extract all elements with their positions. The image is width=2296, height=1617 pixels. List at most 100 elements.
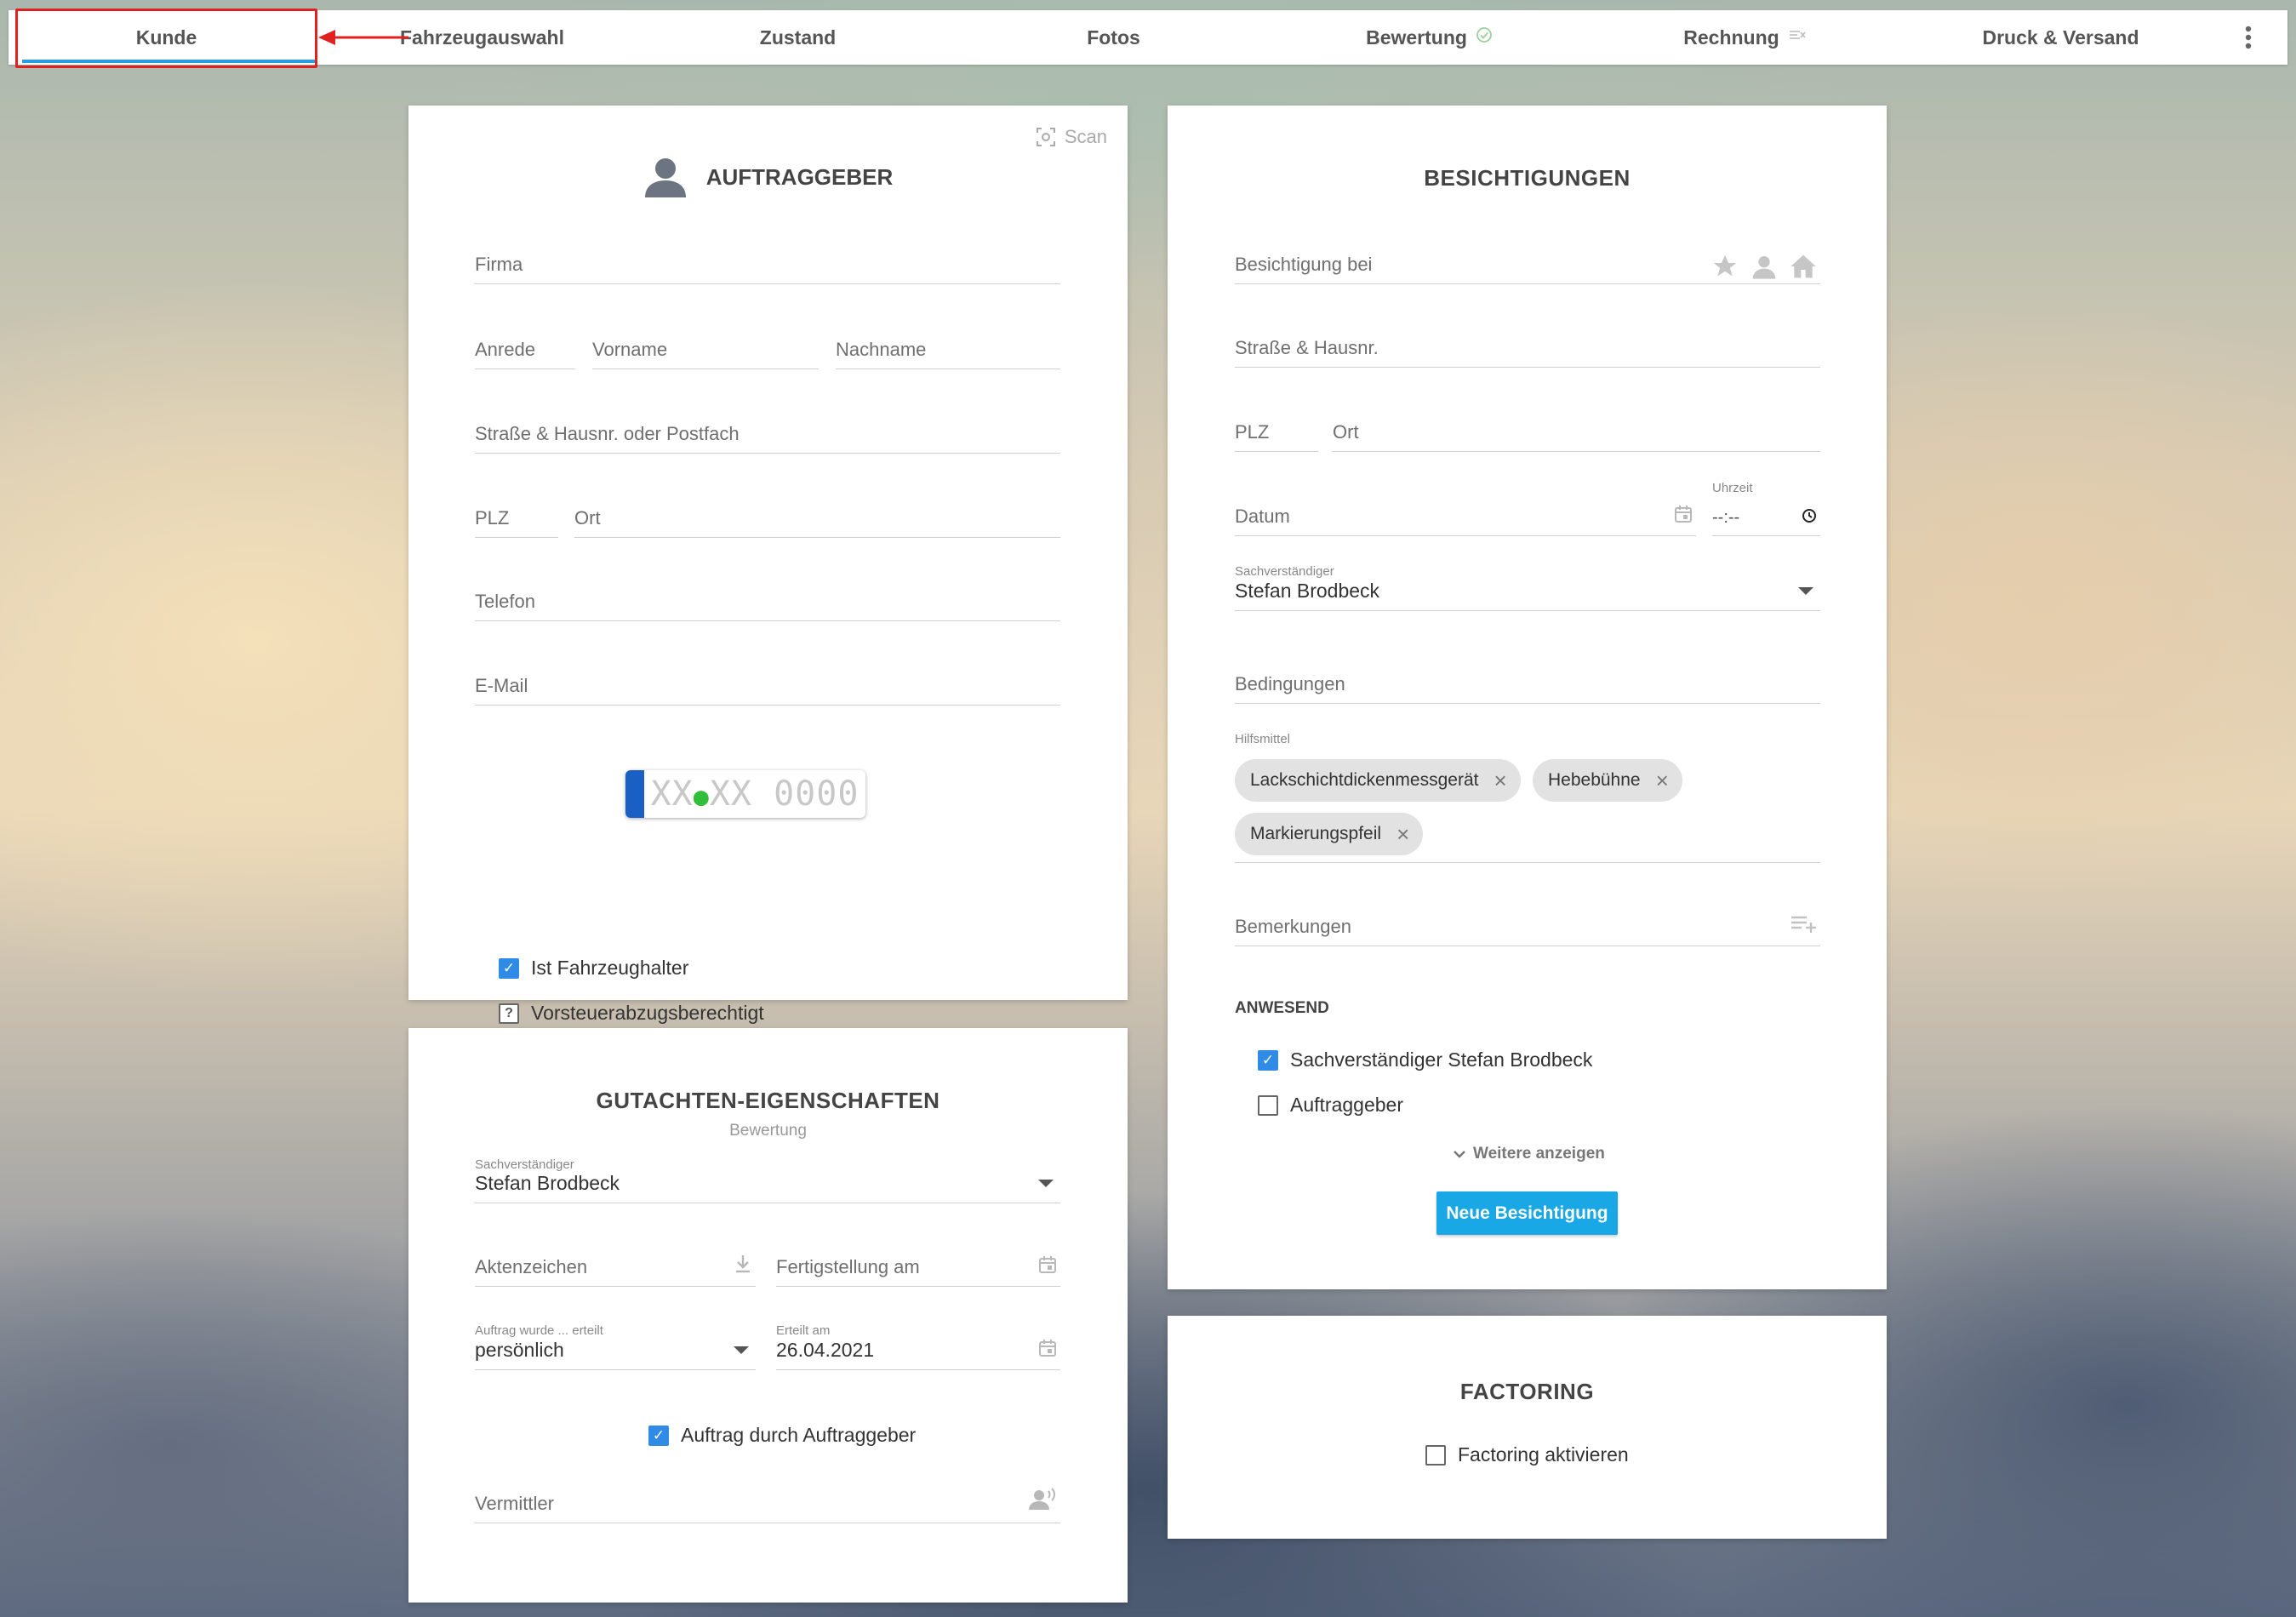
bedingungen-field[interactable]: Bedingungen: [1235, 666, 1820, 704]
aktenzeichen-field[interactable]: Aktenzeichen: [475, 1249, 756, 1287]
check-circle-icon: [1476, 26, 1493, 49]
tab-fotos[interactable]: Fotos: [956, 10, 1271, 65]
close-icon[interactable]: ×: [1656, 768, 1669, 794]
anwesend-label: Auftraggeber: [1290, 1094, 1403, 1116]
vorsteuer-checkbox[interactable]: ? Vorsteuerabzugsberechtigt: [499, 1002, 764, 1025]
location-shortcuts: [1711, 253, 1817, 280]
plz-field[interactable]: PLZ: [1235, 414, 1318, 452]
card-title: FACTORING: [1459, 1379, 1595, 1404]
sachverstaendiger-value: Stefan Brodbeck: [475, 1172, 620, 1194]
playlist-add-icon[interactable]: [1790, 913, 1817, 939]
anrede-placeholder: Anrede: [475, 339, 535, 360]
telefon-placeholder: Telefon: [475, 591, 535, 612]
tab-kunde[interactable]: Kunde: [9, 10, 324, 65]
anwesend-auftraggeber-checkbox[interactable]: Auftraggeber: [1258, 1094, 1403, 1117]
plate-text: XX●XX 0000: [644, 774, 865, 814]
card-header: AUFTRAGGEBER: [408, 157, 1128, 197]
plz-field[interactable]: PLZ: [475, 500, 558, 538]
tab-label: Fahrzeugauswahl: [400, 26, 564, 49]
chevron-down-icon: [734, 1346, 749, 1354]
gutachten-card: GUTACHTEN-EIGENSCHAFTEN Bewertung Sachve…: [408, 1028, 1128, 1603]
home-icon[interactable]: [1790, 253, 1817, 280]
factoring-card: FACTORING Factoring aktivieren: [1168, 1316, 1887, 1539]
strasse-placeholder: Straße & Hausnr. oder Postfach: [475, 423, 740, 444]
tab-zustand[interactable]: Zustand: [640, 10, 956, 65]
card-title: BESICHTIGUNGEN: [1424, 165, 1631, 191]
strasse-field[interactable]: Straße & Hausnr.: [1235, 330, 1820, 368]
record-voice-icon[interactable]: [1028, 1487, 1057, 1516]
besichtigungen-card: BESICHTIGUNGEN Besichtigung bei Straße &…: [1168, 106, 1887, 1289]
hilfsmittel-label: Hilfsmittel: [1235, 732, 1291, 746]
datum-field[interactable]: Datum: [1235, 499, 1696, 536]
close-icon[interactable]: ×: [1494, 768, 1506, 794]
neue-besichtigung-label: Neue Besichtigung: [1446, 1203, 1608, 1223]
checkbox-checked-icon: ✓: [648, 1425, 669, 1446]
sachverstaendiger-select[interactable]: Stefan Brodbeck: [1235, 574, 1820, 611]
chevron-down-icon: [1454, 1151, 1465, 1158]
tab-fahrzeugauswahl[interactable]: Fahrzeugauswahl: [324, 10, 640, 65]
tab-label: Bewertung: [1366, 26, 1467, 49]
close-icon[interactable]: ×: [1396, 821, 1409, 848]
nachname-field[interactable]: Nachname: [836, 332, 1060, 369]
calendar-icon[interactable]: [1674, 505, 1693, 529]
ort-field[interactable]: Ort: [1333, 414, 1820, 452]
tab-label: Druck & Versand: [1982, 26, 2139, 49]
plz-placeholder: PLZ: [475, 507, 510, 529]
fertigstellung-field[interactable]: Fertigstellung am: [776, 1249, 1060, 1287]
person-icon: [644, 158, 686, 197]
besichtigung-bei-field[interactable]: Besichtigung bei: [1235, 247, 1820, 284]
weitere-label: Weitere anzeigen: [1473, 1145, 1605, 1163]
factoring-label: Factoring aktivieren: [1458, 1443, 1629, 1466]
anwesend-sachverstaendiger-checkbox[interactable]: ✓ Sachverständiger Stefan Brodbeck: [1258, 1048, 1592, 1071]
card-title: AUFTRAGGEBER: [705, 163, 894, 190]
telefon-field[interactable]: Telefon: [475, 584, 1060, 621]
weitere-anzeigen-button[interactable]: Weitere anzeigen: [1453, 1145, 1605, 1163]
firma-field[interactable]: Firma: [475, 247, 1060, 284]
chip-lackschichtdickenmessgeraet: Lackschichtdickenmessgerät ×: [1235, 759, 1521, 802]
plz-placeholder: PLZ: [1235, 421, 1270, 443]
vorsteuer-label: Vorsteuerabzugsberechtigt: [531, 1002, 764, 1024]
uhrzeit-field[interactable]: --:--: [1712, 499, 1820, 536]
datum-placeholder: Datum: [1235, 506, 1290, 527]
more-vert-icon[interactable]: [2219, 10, 2287, 65]
neue-besichtigung-button[interactable]: Neue Besichtigung: [1436, 1191, 1618, 1235]
license-plate-input[interactable]: XX●XX 0000: [625, 770, 865, 818]
hilfsmittel-underline: [1235, 862, 1820, 863]
checkbox-unchecked-icon: [1425, 1444, 1446, 1466]
auftrag-checkbox-label: Auftrag durch Auftraggeber: [681, 1424, 917, 1446]
strasse-field[interactable]: Straße & Hausnr. oder Postfach: [475, 416, 1060, 454]
factoring-aktivieren-checkbox[interactable]: Factoring aktivieren: [1425, 1443, 1629, 1466]
calendar-icon[interactable]: [1038, 1339, 1057, 1363]
clock-icon[interactable]: [1802, 506, 1817, 529]
erteilt-field[interactable]: 26.04.2021: [776, 1333, 1060, 1370]
auftraggeber-card: Scan AUFTRAGGEBER Firma Anrede Vorname N…: [408, 106, 1128, 1024]
tab-bewertung[interactable]: Bewertung: [1271, 10, 1587, 65]
tab-label: Rechnung: [1683, 26, 1779, 49]
uhrzeit-label: Uhrzeit: [1712, 481, 1753, 495]
vorname-field[interactable]: Vorname: [592, 332, 819, 369]
fahrzeughalter-checkbox[interactable]: ✓ Ist Fahrzeughalter: [499, 957, 688, 980]
auftrag-select[interactable]: persönlich: [475, 1333, 756, 1370]
besichtigung-bei-placeholder: Besichtigung bei: [1235, 254, 1373, 275]
chip-label: Markierungspfeil: [1250, 824, 1382, 843]
anrede-field[interactable]: Anrede: [475, 332, 575, 369]
bedingungen-placeholder: Bedingungen: [1235, 673, 1345, 694]
calendar-icon[interactable]: [1038, 1255, 1057, 1279]
person-icon[interactable]: [1751, 253, 1778, 280]
sachverstaendiger-select[interactable]: Stefan Brodbeck: [475, 1166, 1060, 1203]
invoice-status-icon: [1788, 27, 1807, 48]
vermittler-field[interactable]: Vermittler: [475, 1486, 1060, 1523]
bemerkungen-field[interactable]: Bemerkungen: [1235, 909, 1820, 946]
star-icon[interactable]: [1711, 253, 1739, 280]
auftrag-durch-auftraggeber-checkbox[interactable]: ✓ Auftrag durch Auftraggeber: [648, 1424, 916, 1447]
scan-button[interactable]: Scan: [1036, 126, 1107, 148]
sachverstaendiger-value: Stefan Brodbeck: [1235, 580, 1380, 602]
tab-druck-versand[interactable]: Druck & Versand: [1903, 10, 2219, 65]
tab-rechnung[interactable]: Rechnung: [1587, 10, 1903, 65]
ort-field[interactable]: Ort: [574, 500, 1060, 538]
top-navigation: Kunde Fahrzeugauswahl Zustand Fotos Bewe…: [9, 10, 2287, 65]
checkbox-unchecked-icon: [1258, 1094, 1278, 1116]
download-icon[interactable]: [734, 1254, 752, 1279]
email-field[interactable]: E-Mail: [475, 668, 1060, 706]
scan-icon: [1036, 128, 1055, 146]
